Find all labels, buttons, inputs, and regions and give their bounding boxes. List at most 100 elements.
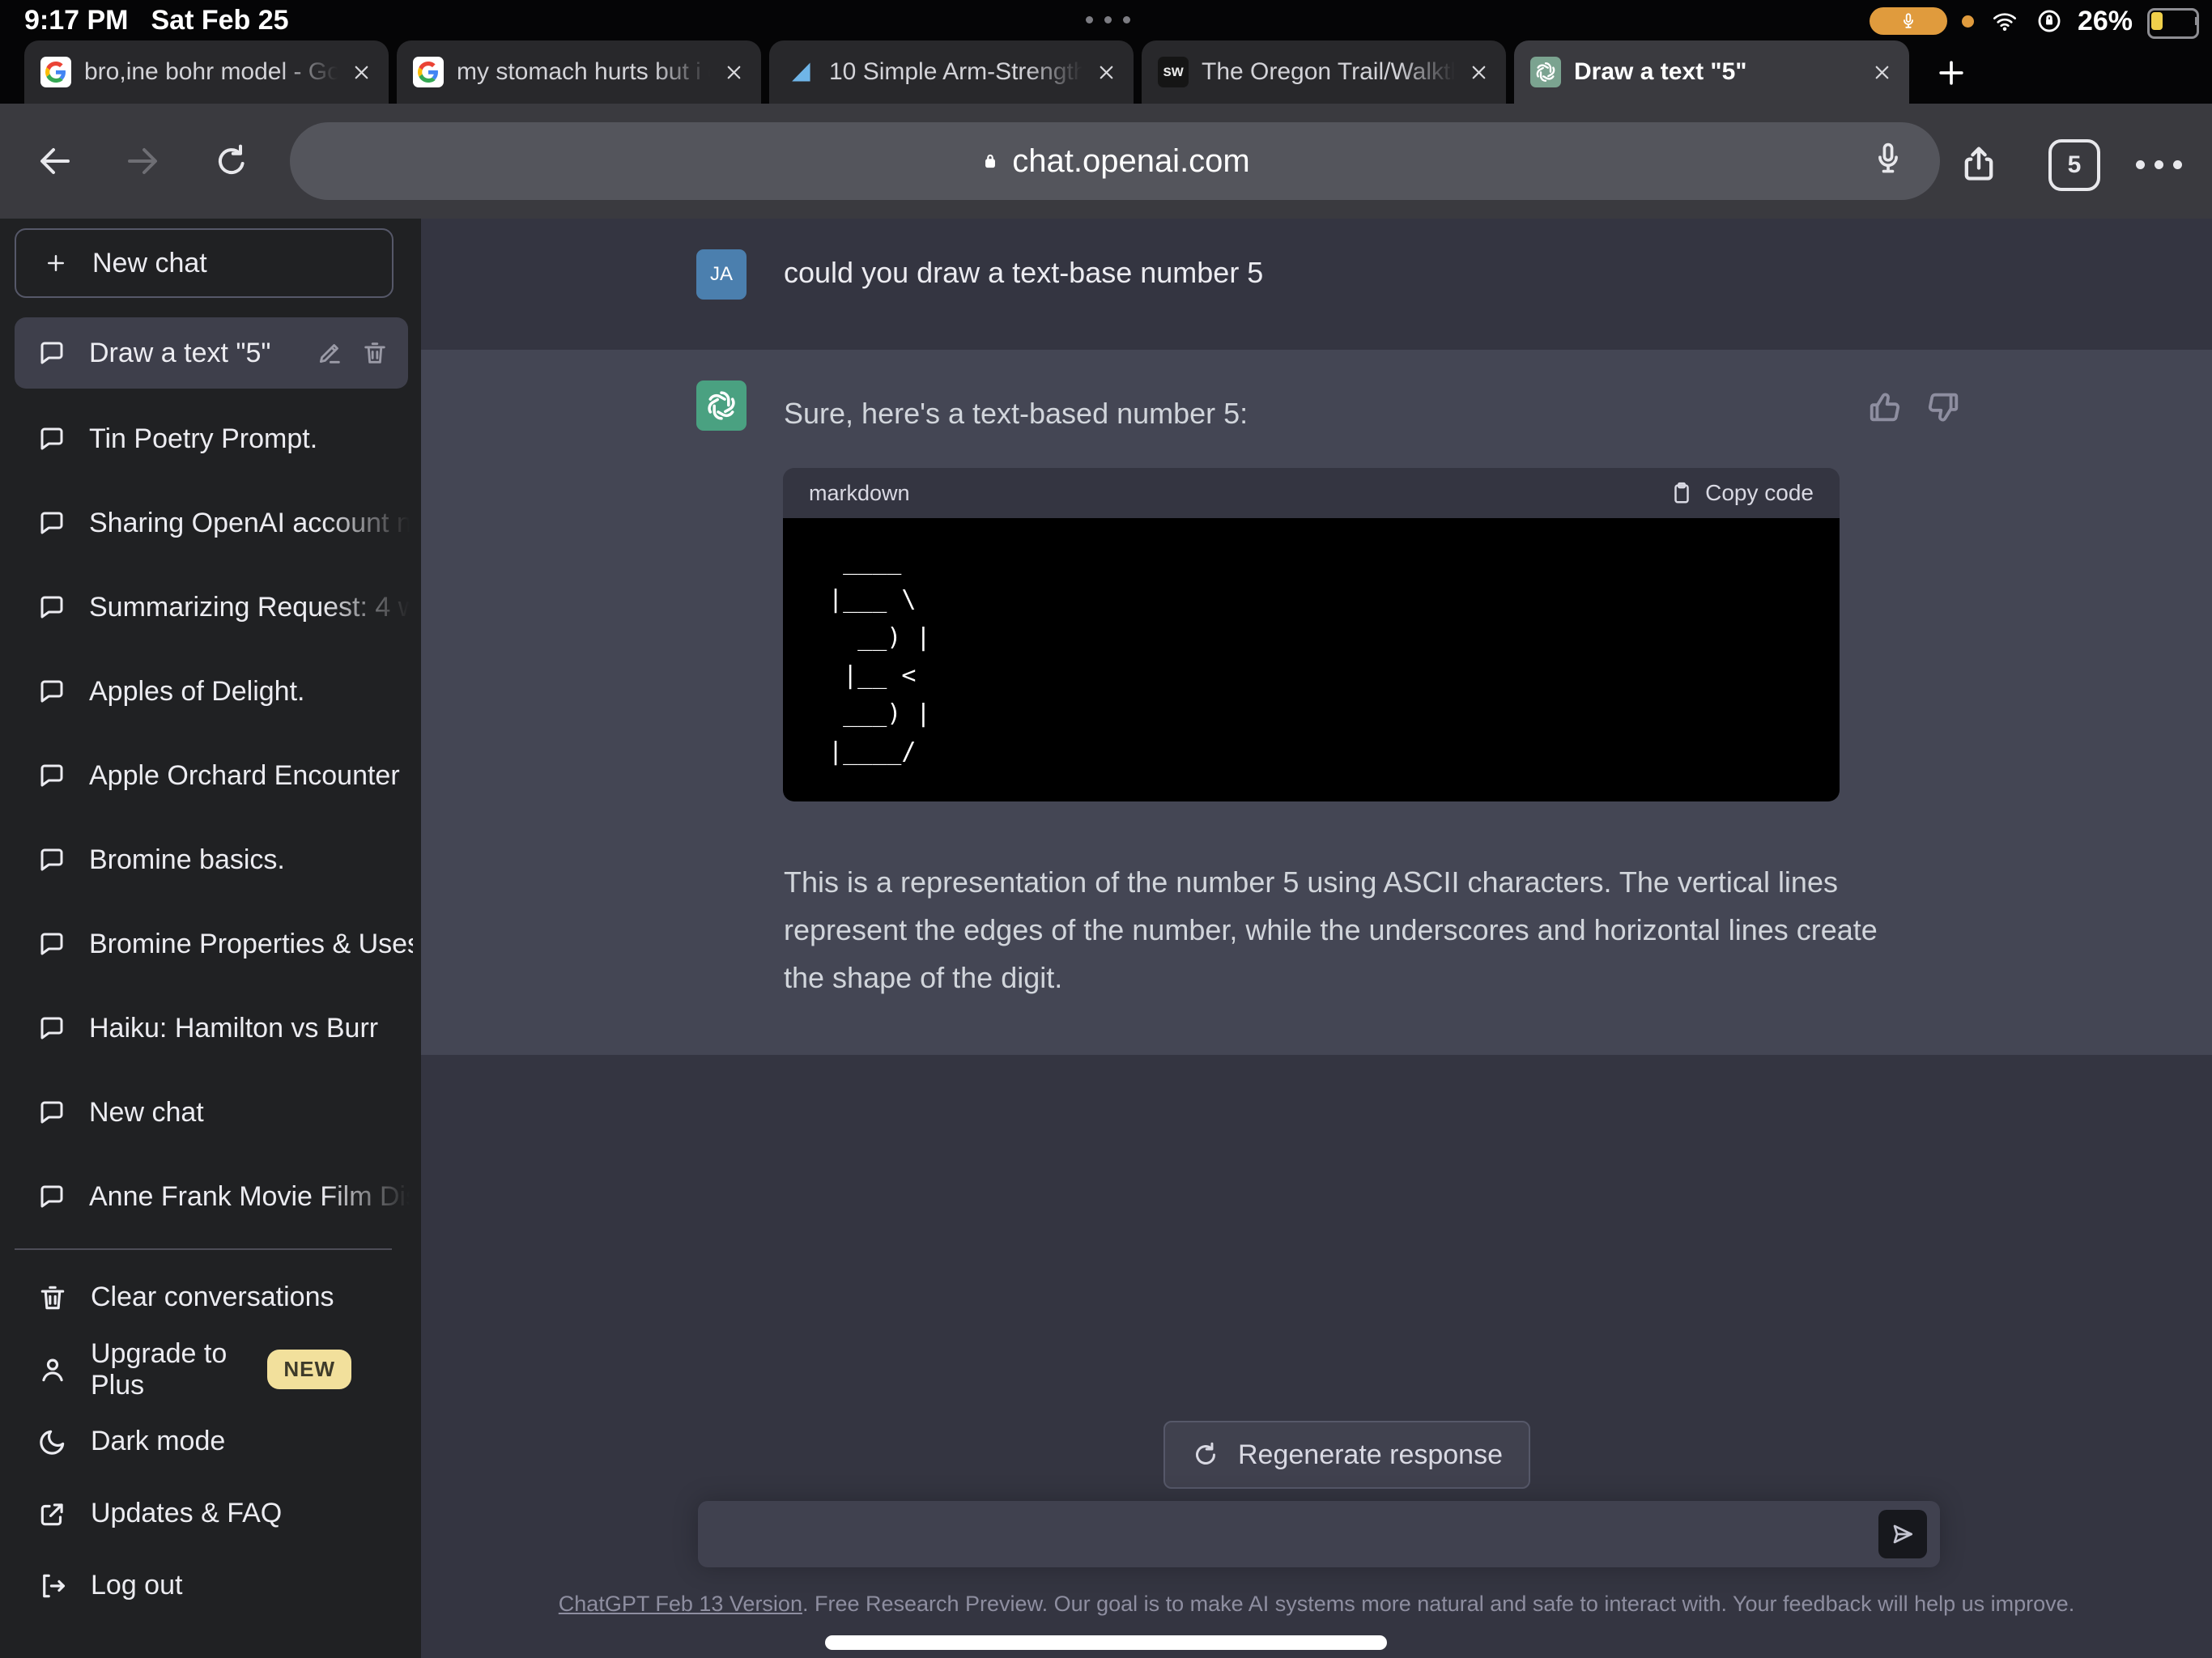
reload-button[interactable] — [212, 142, 251, 181]
google-favicon-icon — [40, 57, 71, 87]
share-button[interactable] — [1958, 142, 2000, 184]
chat-history-item[interactable]: Bromine basics. — [0, 818, 421, 902]
chat-bubble-icon — [37, 1098, 66, 1127]
trash-icon — [37, 1282, 68, 1313]
tab-close-icon[interactable] — [1468, 62, 1490, 83]
browser-tab[interactable]: sw 10 Simp — [769, 40, 1134, 104]
logout-icon — [37, 1571, 68, 1601]
user-message-text: could you draw a text-base number 5 — [784, 256, 1263, 290]
wifi-icon — [1989, 8, 2021, 34]
tab-close-icon[interactable] — [1871, 62, 1893, 83]
regenerate-response-button[interactable]: Regenerate response — [1163, 1421, 1530, 1489]
assistant-message-row: Sure, here's a text-based number 5: mark… — [421, 350, 2212, 1055]
strategywiki-favicon-icon: sw — [1158, 57, 1189, 87]
code-block-body: ____ |___ \ __) | |__ < ___) | |____/ — [783, 518, 1840, 801]
url-bar[interactable]: chat.openai.com — [290, 122, 1940, 200]
chat-history-label: New chat — [89, 1097, 204, 1129]
status-bar: 9:17 PM Sat Feb 25 26% — [0, 0, 2212, 40]
footer-disclaimer: ChatGPT Feb 13 Version. Free Research Pr… — [421, 1592, 2212, 1617]
sidebar-menu-item[interactable]: Clear conversations — [0, 1261, 421, 1333]
chat-bubble-icon — [37, 424, 66, 453]
tab-title: Draw a text "5" — [1574, 58, 1858, 86]
sidebar-menu-item[interactable]: Updates & FAQ — [0, 1477, 421, 1550]
version-link[interactable]: ChatGPT Feb 13 Version — [559, 1592, 802, 1616]
chat-bubble-icon — [37, 508, 66, 538]
code-block-header: markdown Copy code — [783, 468, 1840, 518]
new-badge: NEW — [267, 1350, 351, 1389]
new-chat-button[interactable]: New chat — [15, 228, 393, 298]
browser-tab[interactable]: sw my stom — [397, 40, 761, 104]
delete-icon[interactable] — [361, 339, 389, 367]
chat-history-label: Bromine Properties & Uses. — [89, 929, 413, 960]
copy-code-label: Copy code — [1705, 480, 1814, 506]
code-block: markdown Copy code ____ |___ \ __) | |__… — [783, 468, 1840, 801]
tab-title: 10 Simple Arm-Strength — [829, 58, 1083, 86]
chat-history-item[interactable]: Haiku: Hamilton vs Burr — [0, 986, 421, 1070]
footer-text: . Free Research Preview. Our goal is to … — [802, 1592, 2074, 1616]
home-indicator[interactable] — [825, 1635, 1387, 1650]
browser-tab[interactable]: sw Draw a — [1514, 40, 1909, 104]
chat-history-item[interactable]: Anne Frank Movie Film Disco — [0, 1154, 421, 1239]
top-band: 9:17 PM Sat Feb 25 26% — [0, 0, 2212, 104]
moon-icon — [37, 1426, 68, 1457]
chat-history-label: Apple Orchard Encounter — [89, 760, 400, 792]
send-button[interactable] — [1878, 1510, 1927, 1558]
plus-icon — [44, 251, 68, 275]
chat-history-item[interactable]: Sharing OpenAI account not — [0, 481, 421, 565]
sidebar-menu-item[interactable]: Upgrade to Plus NEW — [0, 1333, 421, 1405]
back-button[interactable] — [36, 142, 74, 181]
chat-bubble-icon — [37, 1182, 66, 1211]
chat-history-label: Anne Frank Movie Film Disco — [89, 1181, 413, 1213]
chat-history-item[interactable]: New chat — [0, 1070, 421, 1154]
chat-bubble-icon — [37, 929, 66, 959]
tab-close-icon[interactable] — [1095, 62, 1117, 83]
battery-icon — [2147, 8, 2201, 34]
chat-history-item[interactable]: Summarizing Request: 4 wor — [0, 565, 421, 649]
rotation-lock-icon — [2035, 7, 2063, 35]
thumbs-down-button[interactable] — [1925, 389, 1962, 426]
status-right: 26% — [1870, 3, 2201, 39]
mic-active-dot-icon — [1962, 15, 1974, 28]
sidebar-menu-item[interactable]: Dark mode — [0, 1405, 421, 1477]
chatgpt-sidebar: New chat Draw a text "5" Tin Poetry Prom… — [0, 219, 421, 1658]
edit-icon[interactable] — [316, 339, 343, 367]
tab-close-icon[interactable] — [351, 62, 372, 83]
tab-close-icon[interactable] — [723, 62, 745, 83]
sidebar-menu-item[interactable]: Log out — [0, 1550, 421, 1622]
chat-history-item[interactable]: Bromine Properties & Uses. — [0, 902, 421, 986]
status-date: Sat Feb 25 — [151, 5, 289, 36]
chat-history-item[interactable]: Apples of Delight. — [0, 649, 421, 733]
browser-menu-button[interactable] — [2136, 160, 2182, 169]
browser-tab[interactable]: sw bro,ine — [24, 40, 389, 104]
feedback-buttons — [1866, 389, 1962, 426]
sidebar-menu-label: Dark mode — [91, 1426, 225, 1457]
chat-history-item[interactable]: Apple Orchard Encounter — [0, 733, 421, 818]
sidebar-item-selected[interactable]: Draw a text "5" — [15, 317, 408, 389]
new-tab-button[interactable] — [1933, 55, 1969, 91]
thumbs-up-button[interactable] — [1866, 389, 1904, 426]
external-link-icon — [37, 1499, 68, 1529]
chat-bubble-icon — [37, 338, 66, 368]
sidebar-menu-label: Upgrade to Plus — [91, 1338, 245, 1401]
chatgpt-favicon-icon — [1530, 57, 1561, 87]
chat-history-item[interactable]: Tin Poetry Prompt. — [0, 397, 421, 481]
refresh-icon — [1191, 1440, 1220, 1469]
url-mic-button[interactable] — [1870, 141, 1906, 176]
message-input[interactable] — [717, 1509, 1854, 1559]
person-icon — [37, 1354, 68, 1385]
chat-bubble-icon — [37, 1014, 66, 1043]
tab-title: bro,ine bohr model - Goo — [84, 58, 338, 86]
tabs-overview-button[interactable]: 5 — [2048, 139, 2100, 191]
battery-percent: 26% — [2078, 6, 2133, 37]
triangle-favicon-icon — [785, 57, 816, 87]
selected-chat-label: Draw a text "5" — [89, 338, 293, 369]
tab-strip: sw bro,ine — [24, 40, 1969, 104]
status-left: 9:17 PM Sat Feb 25 — [24, 5, 289, 36]
openai-logo-icon — [704, 388, 739, 423]
forward-button[interactable] — [123, 142, 162, 181]
assistant-intro-text: Sure, here's a text-based number 5: — [784, 397, 1248, 431]
chat-history-label: Bromine basics. — [89, 844, 285, 876]
browser-tab[interactable]: sw The Ore — [1142, 40, 1506, 104]
copy-code-button[interactable]: Copy code — [1670, 480, 1814, 506]
mic-inuse-pill — [1870, 7, 1947, 35]
